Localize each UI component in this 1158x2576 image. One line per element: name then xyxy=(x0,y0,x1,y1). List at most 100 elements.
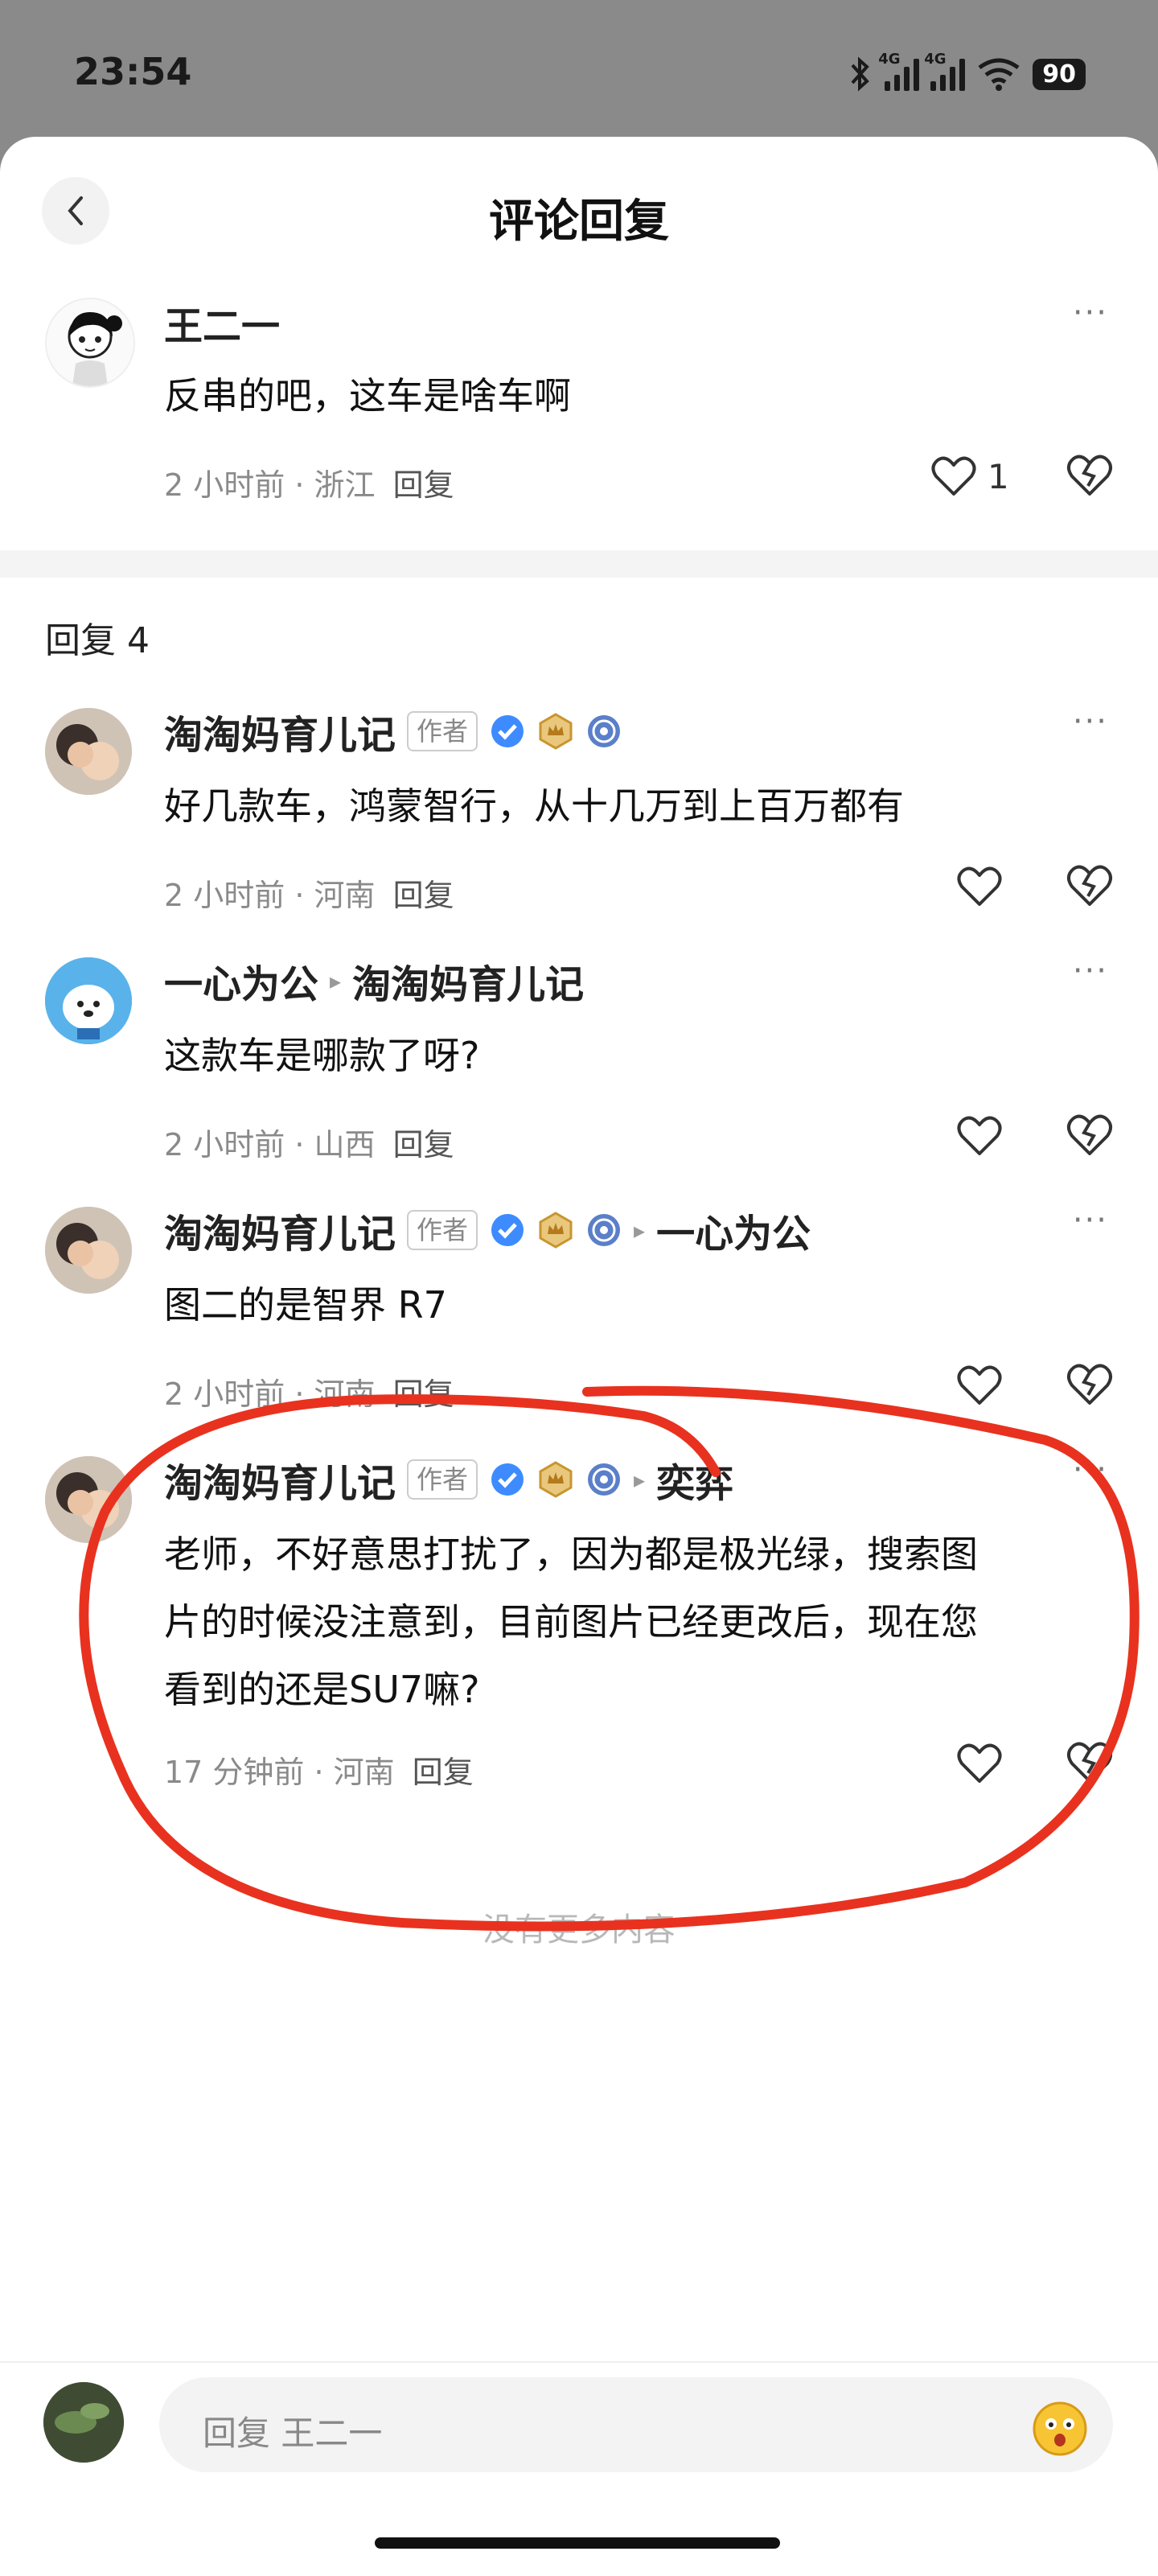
reply-to-arrow-icon: ▸ xyxy=(634,1216,646,1244)
section-divider xyxy=(0,550,1158,578)
comment-sheet: 评论回复 王二一 ··· 反串的吧，这车是啥车啊 2 小时前 · 浙江 回复 1… xyxy=(0,137,1158,2574)
page-title: 评论回复 xyxy=(489,195,669,248)
broken-heart-icon xyxy=(1067,1364,1112,1405)
cartoon-dog-avatar xyxy=(45,957,132,1044)
wifi-icon xyxy=(978,58,1020,91)
broken-heart-icon xyxy=(1067,865,1112,906)
verified-icon xyxy=(491,1214,524,1246)
battery-indicator: 90 xyxy=(1033,58,1086,90)
reply-target[interactable]: 淘淘妈育儿记 xyxy=(352,953,584,1009)
reply-time-location: 17 分钟前 · 河南 xyxy=(164,1755,395,1790)
comment-meta: 2 小时前 · 浙江 回复 xyxy=(164,460,454,504)
broken-heart-icon xyxy=(1067,1742,1112,1783)
avatar[interactable] xyxy=(45,957,132,1044)
reply-header: 淘淘妈育儿记 作者 xyxy=(164,703,622,759)
home-indicator[interactable] xyxy=(375,2537,780,2549)
signal-2-icon: 4G xyxy=(924,51,966,91)
reply-input-placeholder: 回复 王二一 xyxy=(203,2413,383,2453)
verified-icon xyxy=(491,1463,524,1496)
emoji-icon[interactable] xyxy=(1029,2397,1090,2458)
photo-avatar xyxy=(45,708,132,795)
like-button[interactable] xyxy=(957,866,1002,907)
level-badge-icon xyxy=(588,715,621,747)
reply-author[interactable]: 淘淘妈育儿记 xyxy=(164,1202,396,1258)
reply-author[interactable]: 淘淘妈育儿记 xyxy=(164,1451,396,1508)
reply-link[interactable]: 回复 xyxy=(413,1755,474,1790)
dislike-button[interactable] xyxy=(1066,454,1113,500)
dislike-button[interactable] xyxy=(1066,1363,1113,1409)
reply-text-line: 老师，不好意思打扰了，因为都是极光绿，搜索图 xyxy=(164,1533,978,1576)
signal-1-icon: 4G xyxy=(878,51,920,91)
avatar[interactable] xyxy=(45,298,135,388)
more-button[interactable]: ··· xyxy=(1073,953,1108,990)
more-button[interactable]: ··· xyxy=(1073,1451,1108,1488)
like-button[interactable] xyxy=(957,1364,1002,1406)
broken-heart-icon xyxy=(1067,1114,1112,1155)
status-time: 23:54 xyxy=(74,50,192,93)
heart-icon xyxy=(957,1743,1002,1783)
status-icons: 4G 4G 90 xyxy=(846,51,1086,95)
reply-time-location: 2 小时前 · 山西 xyxy=(164,1127,376,1162)
reply-count: 回复 4 xyxy=(45,620,150,661)
heart-icon xyxy=(957,1365,1002,1405)
crown-badge-icon xyxy=(539,713,573,750)
crown-badge-icon xyxy=(539,1461,573,1498)
reply-meta: 2 小时前 · 山西 回复 xyxy=(164,1120,454,1164)
author-tag: 作者 xyxy=(407,711,478,751)
reply-link[interactable]: 回复 xyxy=(393,878,454,913)
avatar[interactable] xyxy=(45,1456,132,1543)
reply-target[interactable]: 奕弈 xyxy=(656,1451,733,1508)
reply-link[interactable]: 回复 xyxy=(393,1376,454,1412)
photo-avatar xyxy=(45,1207,132,1294)
comment-time-location: 2 小时前 · 浙江 xyxy=(164,467,376,503)
cartoon-girl-avatar xyxy=(47,299,133,386)
reply-header: 淘淘妈育儿记 作者 ▸ 一心为公 xyxy=(164,1202,811,1258)
photo-avatar xyxy=(45,1456,132,1543)
comment-author[interactable]: 王二一 xyxy=(164,294,280,351)
more-button[interactable]: ··· xyxy=(1073,703,1108,740)
level-badge-icon xyxy=(588,1214,621,1246)
more-button[interactable]: ··· xyxy=(1073,294,1108,331)
reply-meta: 17 分钟前 · 河南 回复 xyxy=(164,1747,474,1792)
avatar[interactable] xyxy=(45,1207,132,1294)
like-button[interactable] xyxy=(957,1743,1002,1784)
reply-time-location: 2 小时前 · 河南 xyxy=(164,1376,376,1412)
dislike-button[interactable] xyxy=(1066,1113,1113,1160)
reply-header: 淘淘妈育儿记 作者 ▸ 奕弈 xyxy=(164,1451,733,1508)
level-badge-icon xyxy=(588,1463,621,1496)
heart-icon xyxy=(957,866,1002,906)
broken-heart-icon xyxy=(1067,455,1112,496)
author-tag: 作者 xyxy=(407,1459,478,1500)
reply-text-line: 片的时候没注意到，目前图片已经更改后，现在您 xyxy=(164,1600,978,1644)
bluetooth-icon xyxy=(851,56,870,92)
no-more-content: 没有更多内容 xyxy=(482,1911,676,1948)
dislike-button[interactable] xyxy=(1066,1741,1113,1788)
crown-badge-icon xyxy=(539,1212,573,1249)
network-label-1: 4G xyxy=(878,51,901,68)
reply-author[interactable]: 一心为公 xyxy=(164,953,318,1009)
reply-text: 这款车是哪款了呀? xyxy=(164,1034,480,1077)
reply-text-line: 看到的还是SU7嘛? xyxy=(164,1668,480,1711)
reply-to-arrow-icon: ▸ xyxy=(634,1466,646,1493)
reply-author[interactable]: 淘淘妈育儿记 xyxy=(164,703,396,759)
dislike-button[interactable] xyxy=(1066,864,1113,911)
reply-to-arrow-icon: ▸ xyxy=(330,967,342,994)
my-avatar xyxy=(43,2382,124,2463)
reply-header: 一心为公 ▸ 淘淘妈育儿记 xyxy=(164,953,584,1009)
reply-link[interactable]: 回复 xyxy=(393,467,454,503)
reply-time-location: 2 小时前 · 河南 xyxy=(164,878,376,913)
network-label-2: 4G xyxy=(924,51,947,68)
reply-link[interactable]: 回复 xyxy=(393,1127,454,1162)
like-button[interactable]: 1 xyxy=(931,455,1009,497)
heart-icon xyxy=(957,1116,1002,1155)
header: 评论回复 xyxy=(0,137,1158,282)
like-button[interactable] xyxy=(957,1115,1002,1157)
more-button[interactable]: ··· xyxy=(1073,1202,1108,1239)
like-count: 1 xyxy=(988,456,1009,496)
plant-photo-avatar xyxy=(43,2382,124,2463)
comment-text: 反串的吧，这车是啥车啊 xyxy=(164,374,571,418)
reply-text: 图二的是智界 R7 xyxy=(164,1283,447,1327)
reply-target[interactable]: 一心为公 xyxy=(656,1202,811,1258)
reply-text: 好几款车，鸿蒙智行，从十几万到上百万都有 xyxy=(164,784,904,828)
avatar[interactable] xyxy=(45,708,132,795)
